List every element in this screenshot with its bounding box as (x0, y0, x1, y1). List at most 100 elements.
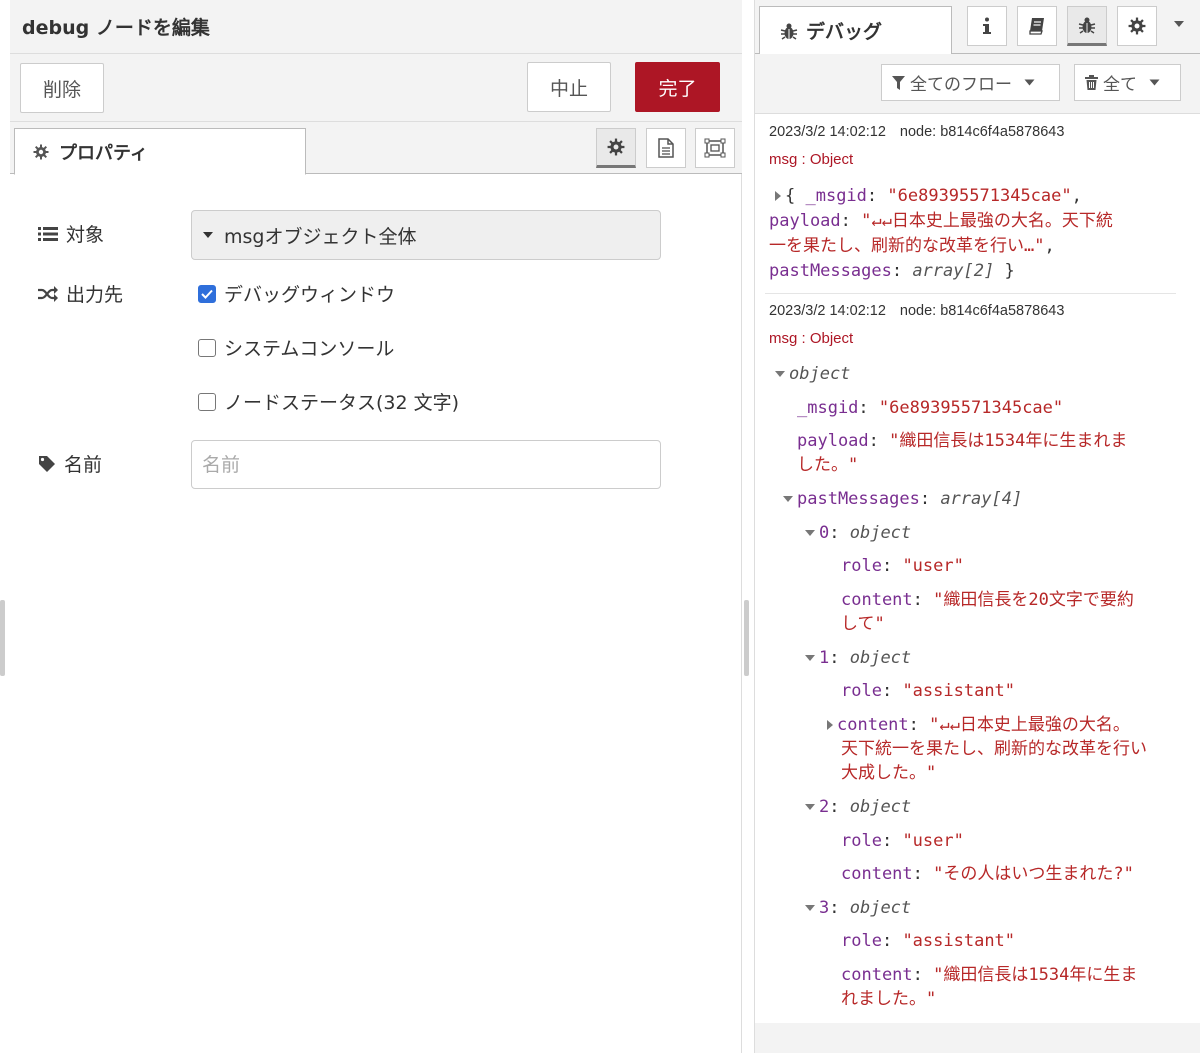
root-type: object (789, 364, 851, 384)
item-type: object (849, 523, 912, 543)
info-icon (982, 17, 992, 35)
message-node-link[interactable]: node: b814c6f4a5878643 (900, 124, 1065, 140)
item-index: 0 (819, 523, 830, 543)
name-label-text: 名前 (64, 454, 103, 476)
description-tab-button[interactable] (646, 128, 686, 168)
bug-icon (780, 22, 798, 40)
debug-message[interactable]: 2023/3/2 14:02:12 node: b814c6f4a5878643 … (765, 115, 1176, 294)
content-value-cont: して" (841, 614, 885, 634)
editor-title: debug ノードを編集 (10, 0, 742, 54)
target-label: 対象 (38, 220, 104, 247)
target-select[interactable]: msgオブジェクト全体 (191, 210, 661, 260)
array-item[interactable]: 2: object (805, 795, 911, 820)
debug-window-checkbox[interactable]: デバッグウィンドウ (198, 280, 395, 307)
pastmessages-node[interactable]: pastMessages: array[4] (783, 487, 1022, 512)
node-status-label: ノードステータス(32 文字) (224, 392, 460, 414)
content-value-cont: れました。" (841, 989, 937, 1009)
item-index: 3 (819, 898, 830, 918)
msgid-key: _msgid (797, 398, 859, 418)
help-sidebar-button[interactable] (1017, 6, 1057, 46)
caret-down-icon[interactable] (805, 905, 815, 911)
output-label: 出力先 (38, 280, 123, 307)
content-key: content (841, 864, 913, 884)
item-type: object (849, 898, 912, 918)
role-key: role (841, 681, 882, 701)
payload-value: "↵↵日本史上最強の大名。天下統 (861, 211, 1113, 231)
checkbox-unchecked-icon[interactable] (198, 338, 216, 357)
payload-value-cont: 一を果たし、刷新的な改革を行い…" (769, 236, 1045, 256)
node-settings-tab-button[interactable] (596, 128, 636, 168)
array-item[interactable]: 3: object (805, 896, 911, 921)
appearance-tab-button[interactable] (695, 128, 735, 168)
caret-down-icon[interactable] (805, 804, 815, 810)
message-timestamp: 2023/3/2 14:02:12 (769, 303, 886, 319)
delete-button[interactable]: 削除 (20, 63, 104, 113)
message-meta: 2023/3/2 14:02:12 node: b814c6f4a5878643 (765, 115, 1176, 145)
array-item[interactable]: 1: object (805, 646, 911, 671)
role-value: "assistant" (902, 931, 1016, 951)
debug-message[interactable]: 2023/3/2 14:02:12 node: b814c6f4a5878643 … (765, 294, 1176, 1023)
role-key: role (841, 831, 882, 851)
tab-properties[interactable]: プロパティ (14, 128, 306, 175)
role-key: role (841, 556, 882, 576)
content-value: "その人はいつ生まれた?" (933, 864, 1134, 884)
system-console-label: システムコンソール (224, 338, 395, 360)
editor-toolbar: 削除 中止 完了 (10, 54, 742, 122)
tab-properties-label: プロパティ (59, 142, 148, 164)
system-console-checkbox[interactable]: システムコンソール (198, 334, 394, 361)
payload-key: payload (797, 431, 869, 451)
clear-messages-dropdown[interactable]: 全て (1074, 64, 1181, 101)
msgid-value: "6e89395571345cae" (887, 186, 1072, 206)
payload-value: "織田信長は1534年に生まれま (889, 431, 1128, 451)
message-list-scrollbar[interactable] (1176, 115, 1200, 1023)
content-value-cont: 大成した。" (841, 763, 937, 783)
left-splitter-handle[interactable] (0, 600, 5, 676)
caret-down-icon[interactable] (805, 530, 815, 536)
message-meta: 2023/3/2 14:02:12 node: b814c6f4a5878643 (765, 294, 1176, 324)
role-key: role (841, 931, 882, 951)
config-sidebar-button[interactable] (1117, 6, 1157, 46)
message-type: msg : Object (769, 151, 854, 168)
content-collapsible[interactable]: content: "↵↵日本史上最強の大名。 (827, 713, 1130, 738)
sidebar-splitter-handle[interactable] (744, 600, 749, 676)
msgid-key: _msgid (805, 186, 867, 206)
pastmessages-key: pastMessages (797, 489, 920, 509)
pastmessages-value: array[4] (940, 489, 1023, 509)
cancel-button[interactable]: 中止 (527, 62, 611, 112)
content-value: "↵↵日本史上最強の大名。 (929, 715, 1130, 735)
checkbox-unchecked-icon[interactable] (198, 392, 216, 411)
caret-down-icon[interactable] (1173, 20, 1185, 28)
content-key: content (837, 715, 909, 735)
role-value: "assistant" (902, 681, 1016, 701)
array-item[interactable]: 0: object (805, 521, 911, 546)
caret-right-icon[interactable] (775, 191, 781, 201)
item-index: 2 (819, 797, 830, 817)
bug-icon (1078, 16, 1096, 34)
payload-key: payload (769, 211, 841, 231)
caret-down-icon (1024, 79, 1035, 86)
info-sidebar-button[interactable] (967, 6, 1007, 46)
content-key: content (841, 965, 913, 985)
flow-filter-dropdown[interactable]: 全てのフロー (881, 64, 1060, 101)
role-value: "user" (902, 556, 964, 576)
filter-icon (892, 75, 905, 90)
caret-down-icon[interactable] (805, 655, 815, 661)
role-value: "user" (902, 831, 964, 851)
node-status-checkbox[interactable]: ノードステータス(32 文字) (198, 388, 459, 415)
name-input[interactable] (191, 440, 661, 489)
caret-down-icon[interactable] (783, 496, 793, 502)
tab-debug[interactable]: デバッグ (759, 6, 952, 55)
caret-right-icon[interactable] (827, 720, 833, 730)
message-node-link[interactable]: node: b814c6f4a5878643 (900, 303, 1065, 319)
sidebar-tabbar: デバッグ (755, 0, 1200, 55)
done-button[interactable]: 完了 (635, 62, 720, 112)
debug-sidebar-button[interactable] (1067, 6, 1107, 46)
caret-down-icon[interactable] (775, 371, 785, 377)
message-collapsed-object[interactable]: { _msgid: "6e89395571345cae", payload: "… (765, 175, 1176, 290)
debug-sidebar: デバッグ 全てのフロー 全て 2023/3/2 14:02:12 node: b… (754, 0, 1200, 1053)
checkbox-checked-icon[interactable] (198, 284, 216, 303)
debug-message-list: 2023/3/2 14:02:12 node: b814c6f4a5878643 … (765, 115, 1176, 1023)
tree-root[interactable]: object (775, 362, 850, 387)
content-value: "織田信長を20文字で要約 (933, 590, 1134, 610)
debug-filter-bar: 全てのフロー 全て (755, 54, 1200, 114)
